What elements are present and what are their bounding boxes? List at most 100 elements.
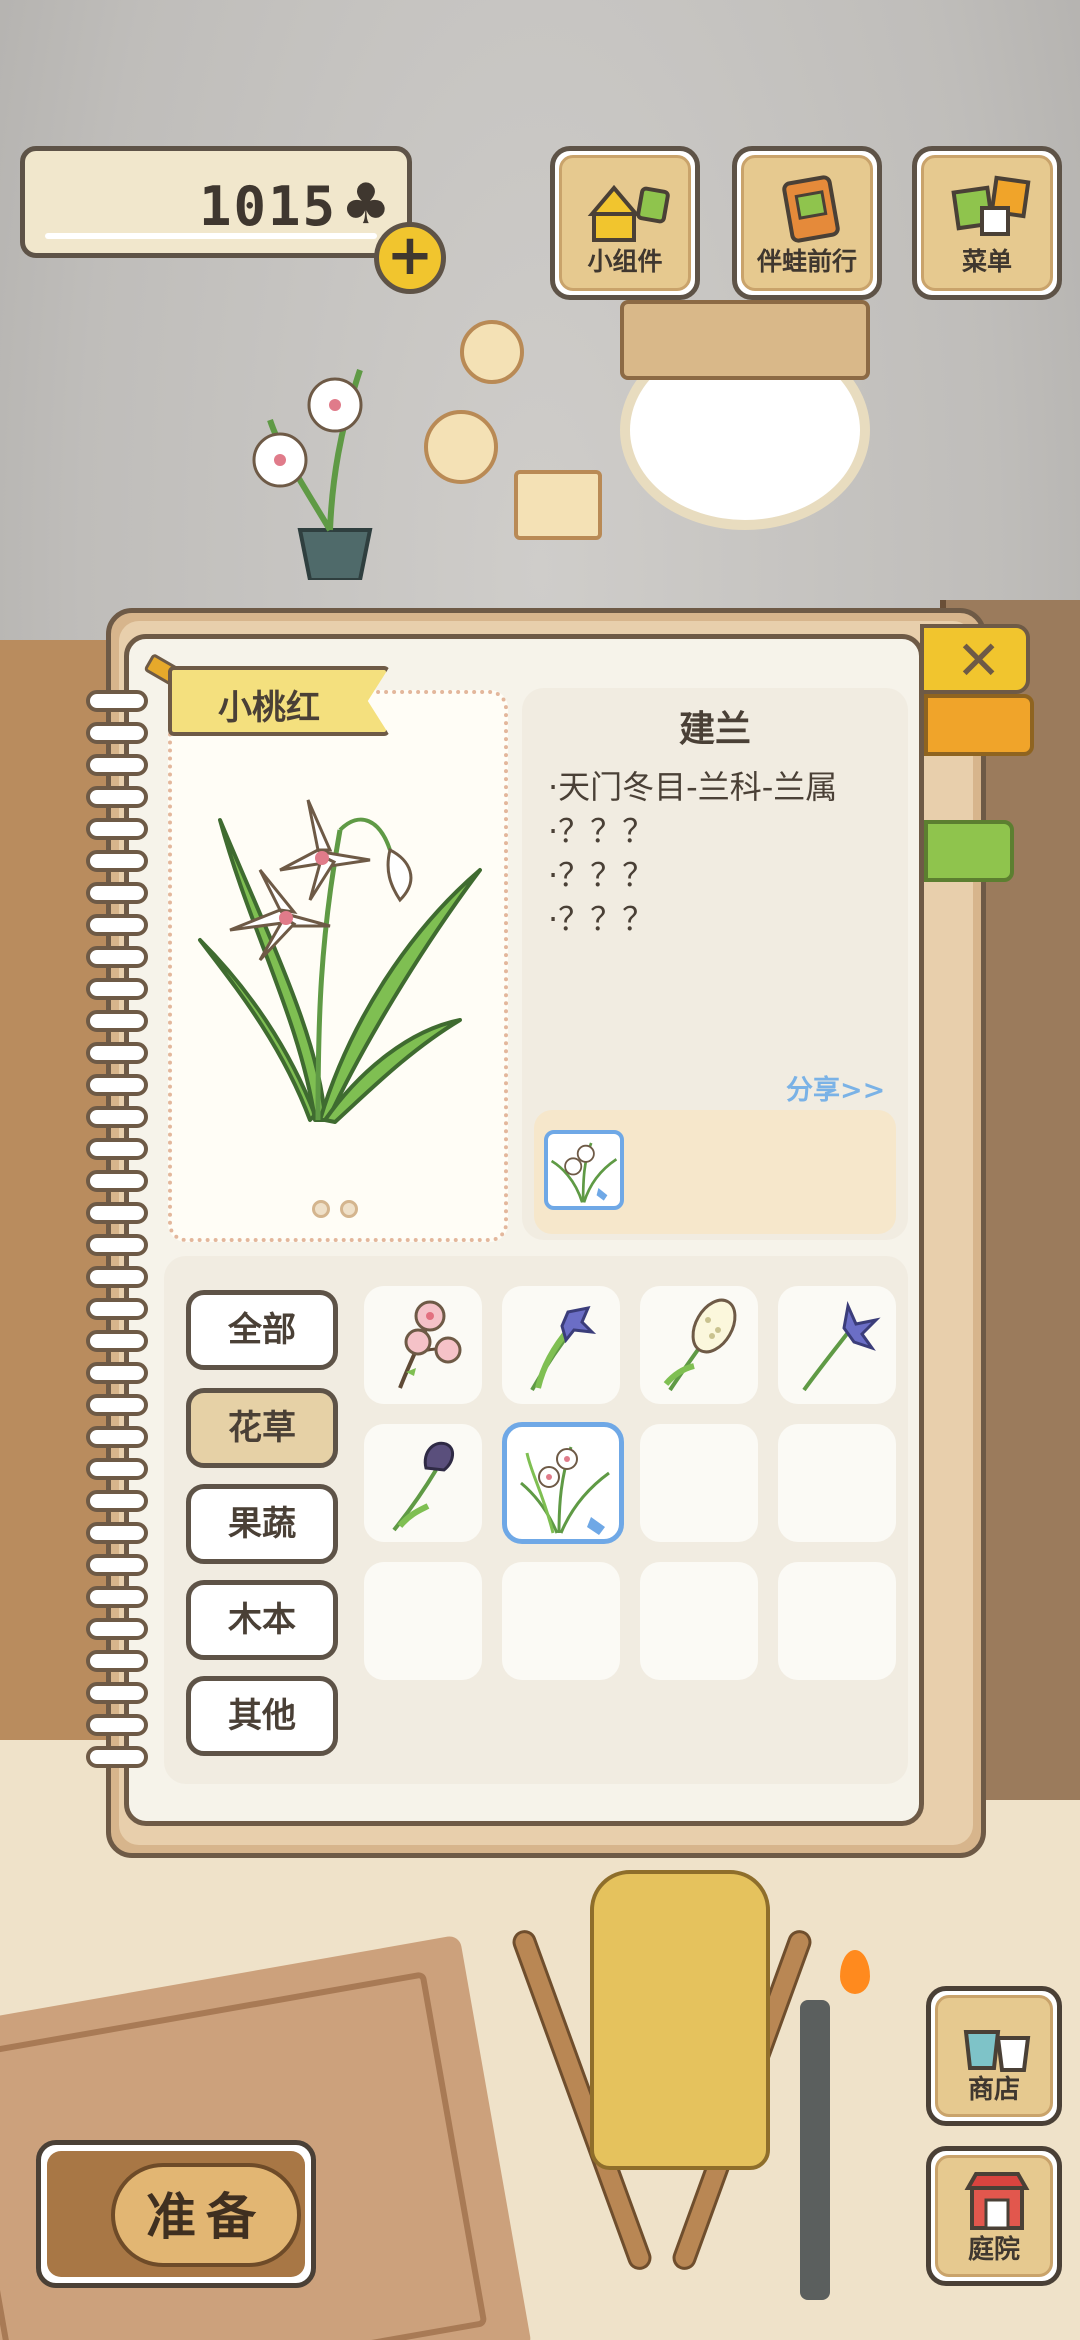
grid-item-hyacinth[interactable] [640, 1286, 758, 1404]
spiral-ring [86, 1522, 148, 1544]
widget-button[interactable]: 小组件 [550, 146, 700, 300]
counter-underline [45, 233, 377, 239]
spiral-ring [86, 786, 148, 808]
widget-label: 小组件 [587, 247, 663, 276]
window-blind [620, 300, 870, 380]
spiral-ring [86, 1586, 148, 1608]
category-flowers-button[interactable]: 花草 [186, 1388, 338, 1468]
orchid-thumb-icon [550, 1142, 618, 1203]
clover-counter: 1015 ♣ [20, 146, 412, 258]
close-icon: ✕ [956, 629, 1002, 692]
spiral-ring [86, 1650, 148, 1672]
prepare-label: 准备 [146, 2188, 266, 2246]
spiral-ring [86, 1074, 148, 1096]
spiral-ring [86, 1682, 148, 1704]
grid-item-peach-blossom[interactable] [364, 1286, 482, 1404]
peach-blossom-icon [398, 1300, 462, 1389]
category-produce-button[interactable]: 果蔬 [186, 1484, 338, 1564]
close-button[interactable]: ✕ [920, 624, 1030, 694]
grid-item-orchid-selected[interactable] [502, 1422, 624, 1544]
spiral-ring [86, 1394, 148, 1416]
bellflower-icon [802, 1300, 881, 1392]
spiral-ring [86, 1554, 148, 1576]
spiral-ring [86, 690, 148, 712]
category-all-button[interactable]: 全部 [186, 1290, 338, 1370]
spiral-ring [86, 1042, 148, 1064]
notebook-tab-green[interactable] [924, 820, 1014, 882]
spiral-ring [86, 722, 148, 744]
grid-item-empty [778, 1424, 896, 1542]
book-icon [782, 175, 840, 243]
flame-icon [840, 1950, 870, 1994]
spiral-ring [86, 946, 148, 968]
menu-cards-icon [951, 175, 1031, 236]
travel-with-frog-button[interactable]: 伴蛙前行 [732, 146, 882, 300]
yard-label: 庭院 [967, 2235, 1020, 2265]
menu-label: 菜单 [961, 247, 1012, 276]
item-detail: ·？？？ [548, 856, 655, 894]
orchid-pot-icon [252, 369, 373, 580]
tulip-icon [392, 1441, 454, 1532]
clover-amount: 1015 [198, 175, 337, 238]
hay-bundle [590, 1870, 770, 2170]
spiral-ring [86, 1746, 148, 1768]
grid-item-tulip[interactable] [364, 1424, 482, 1542]
lamp-post [800, 2000, 830, 2300]
item-detail: ·？？？ [548, 900, 655, 938]
item-detail: ·天门冬目-兰科-兰属 [548, 768, 838, 806]
item-title: 建兰 [678, 709, 751, 750]
grid-item-bellflower[interactable] [778, 1286, 896, 1404]
grid-item-empty [778, 1562, 896, 1680]
spiral-ring [86, 1330, 148, 1352]
spiral-ring [86, 914, 148, 936]
share-link[interactable]: 分享>> [786, 1068, 885, 1107]
grid-item-empty [640, 1562, 758, 1680]
spiral-ring [86, 1010, 148, 1032]
iris-icon [530, 1305, 597, 1391]
item-name: 小桃红 [218, 688, 320, 728]
category-woody-button[interactable]: 木本 [186, 1580, 338, 1660]
spiral-ring [86, 1714, 148, 1736]
spiral-ring [86, 1170, 148, 1192]
spiral-ring [86, 754, 148, 776]
spiral-ring [86, 1138, 148, 1160]
wall-frame-icon [424, 410, 498, 484]
shop-label: 商店 [967, 2075, 1020, 2105]
shop-bag-icon [963, 2030, 1031, 2072]
spiral-ring [86, 1298, 148, 1320]
spiral-ring [86, 1202, 148, 1224]
spiral-ring [86, 1362, 148, 1384]
spiral-ring [86, 1426, 148, 1448]
wall-frame-icon [514, 470, 602, 540]
shop-button[interactable]: 商店 [926, 1986, 1062, 2126]
share-thumbnail[interactable] [544, 1130, 624, 1210]
notebook-tab-orange[interactable] [924, 694, 1034, 756]
category-other-button[interactable]: 其他 [186, 1676, 338, 1756]
spiral-ring [86, 978, 148, 1000]
spiral-ring [86, 1458, 148, 1480]
spiral-ring [86, 1618, 148, 1640]
item-name-tag: 小桃红 [168, 666, 390, 736]
grid-item-iris[interactable] [502, 1286, 620, 1404]
prepare-button[interactable]: 准备 [36, 2140, 316, 2288]
spiral-ring [86, 882, 148, 904]
hyacinth-icon [663, 1298, 737, 1392]
spiral-ring [86, 1266, 148, 1288]
yard-button[interactable]: 庭院 [926, 2146, 1062, 2286]
spiral-ring [86, 1490, 148, 1512]
page-indicator [312, 1200, 372, 1220]
menu-button[interactable]: 菜单 [912, 146, 1062, 300]
orchid-illustration-icon [198, 799, 482, 1124]
add-clover-button[interactable]: + [374, 222, 446, 294]
spiral-ring [86, 818, 148, 840]
travel-label: 伴蛙前行 [756, 247, 857, 276]
yard-gate-icon [964, 2172, 1030, 2230]
notebook-rings [86, 690, 150, 1790]
clover-icon: ♣ [340, 172, 391, 237]
grid-item-empty [502, 1562, 620, 1680]
wall-frame-icon [460, 320, 524, 384]
spiral-ring [86, 1234, 148, 1256]
orchid-icon [520, 1446, 610, 1535]
grid-item-empty [364, 1562, 482, 1680]
grid-item-empty [640, 1424, 758, 1542]
